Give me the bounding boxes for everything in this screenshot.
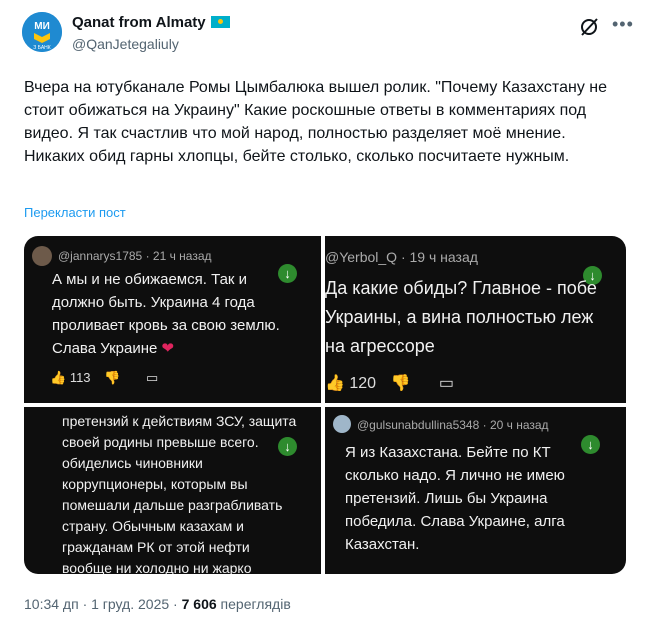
commenter-avatar: [333, 415, 351, 433]
avatar-subtext: З БАНК: [33, 45, 51, 51]
commenter-avatar: [32, 246, 52, 266]
media-image-1[interactable]: @jannarys1785 · 21 ч назад ↓ А мы и не о…: [24, 236, 321, 403]
author-avatar[interactable]: МИ З БАНК: [22, 12, 62, 52]
download-icon: ↓: [581, 435, 600, 454]
comment-body: Я из Казахстана. Бейте по КТ сколько над…: [345, 444, 565, 553]
media-image-3[interactable]: ↓ претензий к действиям ЗСУ, защита свое…: [24, 407, 321, 574]
more-options-icon[interactable]: •••: [612, 14, 634, 35]
thumbs-down-icon: 👎: [104, 370, 121, 385]
like-count: 120: [349, 375, 377, 392]
comment-header: @jannarys1785 · 21 ч назад: [58, 249, 212, 263]
grok-icon[interactable]: [578, 16, 600, 43]
media-image-4[interactable]: @gulsunabdullina5348 · 20 ч назад ↓ Я из…: [325, 407, 626, 574]
comment-body: Да какие обиды? Главное - побе Украины, …: [325, 278, 597, 356]
thumbs-up-icon: 👍: [50, 370, 67, 385]
tweet-text: Вчера на ютубканале Ромы Цымбалюка вышел…: [24, 79, 607, 165]
author-name-text[interactable]: Qanat from Almaty: [72, 14, 206, 31]
tweet-meta: 10:34 дп · 1 груд. 2025 · 7 606 перегляд…: [24, 596, 291, 612]
comment-body: А мы и не обижаемся. Так и должно быть. …: [52, 268, 280, 360]
comment-body: претензий к действиям ЗСУ, защита своей …: [62, 413, 297, 574]
thumbs-down-icon: 👎: [390, 375, 411, 392]
author-name[interactable]: Qanat from Almaty: [72, 14, 230, 31]
views-label: переглядів: [216, 596, 291, 612]
timestamp-date[interactable]: 10:34 дп · 1 груд. 2025 ·: [24, 596, 182, 612]
reply-icon: ▭: [438, 375, 455, 392]
heart-icon: ❤: [161, 340, 175, 357]
like-count: 113: [69, 370, 91, 385]
avatar-text: МИ: [34, 21, 50, 32]
author-handle[interactable]: @QanJetegaliuly: [72, 36, 179, 52]
media-grid[interactable]: @jannarys1785 · 21 ч назад ↓ А мы и не о…: [24, 236, 626, 574]
comment-header: @gulsunabdullina5348 · 20 ч назад: [357, 418, 549, 432]
download-icon: ↓: [278, 264, 297, 283]
views-count: 7 606: [181, 596, 217, 612]
comment-header: @Yerbol_Q · 19 ч назад: [325, 249, 478, 265]
reply-icon: ▭: [145, 370, 159, 385]
comment-actions: 👍 113 👎 ▭: [50, 370, 158, 386]
translate-post-link[interactable]: Перекласти пост: [24, 205, 126, 220]
thumbs-up-icon: 👍: [325, 375, 345, 392]
avatar-emblem: МИ З БАНК: [22, 12, 62, 52]
kz-flag-icon: [210, 16, 230, 28]
media-image-2[interactable]: @Yerbol_Q · 19 ч назад ↓ Да какие обиды?…: [325, 236, 626, 403]
comment-actions: 👍 120 👎 ▭: [325, 373, 454, 393]
